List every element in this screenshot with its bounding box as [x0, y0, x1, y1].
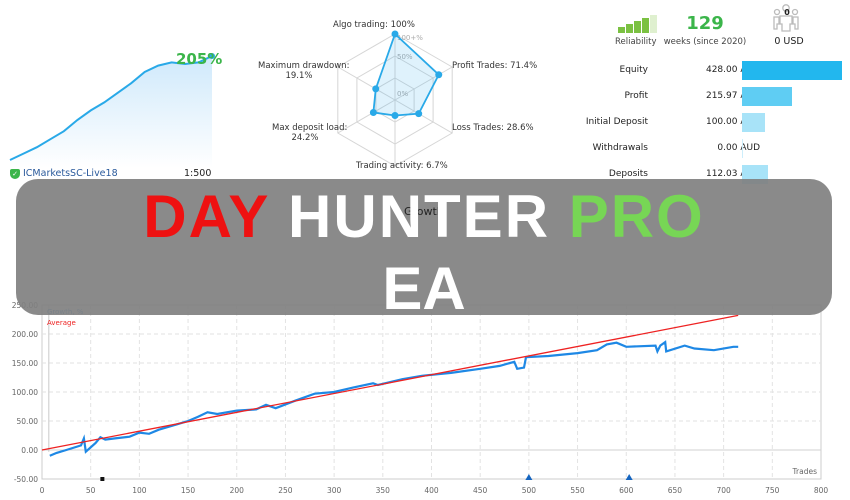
y-tick-label: -50.00: [14, 475, 38, 484]
stat-row-equity: Equity 428.00 AUD: [580, 61, 850, 80]
x-tick-label: 700: [716, 486, 731, 495]
radar-label-drawdown: Maximum drawdown: 19.1%: [258, 61, 350, 81]
x-tick-label: 250: [278, 486, 293, 495]
stat-row-profit: Profit 215.97 AUD: [580, 87, 850, 106]
subscribers-count: 0: [784, 8, 790, 17]
radar-point: [369, 108, 377, 116]
x-axis-label: Trades: [792, 467, 818, 476]
banner-title-line1: DAY HUNTER PRO: [16, 180, 832, 254]
weeks-count: 129: [686, 13, 724, 34]
banner-word-pro: PRO: [568, 183, 705, 250]
banner-title-line2: EA: [382, 255, 466, 322]
stat-name: Withdrawals: [592, 143, 648, 153]
radar-point: [435, 71, 443, 79]
radar-point: [415, 110, 423, 118]
weeks-label: weeks (since 2020): [663, 37, 747, 47]
banner-word-day: DAY: [143, 183, 270, 250]
radar-label-deposit-load: Max deposit load: 24.2%: [272, 123, 348, 143]
radar-label-profit: Profit Trades: 71.4%: [452, 61, 538, 71]
x-tick-label: 0: [40, 486, 45, 495]
reliability-bar-empty: [650, 15, 657, 33]
stat-name: Equity: [619, 65, 648, 75]
broker-link[interactable]: ✓ ICMarketsSC-Live18: [10, 168, 118, 179]
x-tick-label: 750: [765, 486, 780, 495]
verified-shield-icon: ✓: [10, 168, 20, 179]
reliability-bar: [634, 21, 641, 33]
banner-word-hunter: HUNTER: [288, 183, 551, 250]
radar-point: [391, 30, 399, 38]
reliability-bars-icon: [618, 15, 658, 33]
stat-bar: [742, 61, 842, 80]
stat-bar: [742, 113, 766, 132]
x-tick-label: 800: [814, 486, 829, 495]
reliability-bar: [642, 18, 649, 33]
radar-point: [372, 85, 380, 93]
y-tick-label: 200.00: [12, 330, 38, 339]
reliability-bar: [626, 24, 633, 33]
stat-value: 0.00 AUD: [717, 143, 760, 153]
y-tick-label: 0.00: [21, 446, 38, 455]
x-tick-label: 450: [473, 486, 488, 495]
radar-label-activity: Trading activity: 6.7%: [356, 161, 448, 171]
radar-point: [391, 112, 399, 120]
x-tick-label: 150: [181, 486, 196, 495]
stat-name: Deposits: [608, 169, 648, 179]
y-tick-label: 50.00: [17, 417, 39, 426]
x-tick-label: 400: [424, 486, 439, 495]
x-tick-label: 300: [327, 486, 342, 495]
mini-growth-area: [10, 56, 212, 168]
radar-label-loss: Loss Trades: 28.6%: [452, 123, 534, 133]
growth-percent: 205%: [176, 50, 223, 68]
x-tick-label: 600: [619, 486, 634, 495]
x-tick-label: 50: [86, 486, 96, 495]
radar-chart: 0%50%100+%: [337, 30, 453, 167]
stat-row-initial-deposit: Initial Deposit 100.00 AUD: [580, 113, 850, 132]
x-tick-label: 650: [668, 486, 683, 495]
broker-name[interactable]: ICMarketsSC-Live18: [23, 168, 118, 179]
y-tick-label: 100.00: [12, 388, 38, 397]
stat-name: Profit: [624, 91, 648, 101]
x-tick-label: 500: [522, 486, 537, 495]
leverage: 1:500: [184, 168, 212, 179]
stat-row-withdrawals: Withdrawals 0.00 AUD: [580, 139, 850, 158]
x-tick-label: 550: [570, 486, 585, 495]
stat-bar: [742, 139, 743, 158]
reliability-bar: [618, 27, 625, 33]
x-tick-label: 200: [230, 486, 245, 495]
x-tick-label: 100: [132, 486, 147, 495]
radar-label-algo: Algo trading: 100%: [333, 20, 415, 30]
x-tick-label: 350: [376, 486, 391, 495]
radar-shape: [372, 32, 440, 117]
chart-marker-square: [100, 477, 105, 481]
stat-name: Initial Deposit: [585, 117, 648, 127]
stat-bar: [742, 87, 793, 106]
y-tick-label: 150.00: [12, 359, 38, 368]
subscribers-amount: 0 USD: [774, 36, 804, 47]
